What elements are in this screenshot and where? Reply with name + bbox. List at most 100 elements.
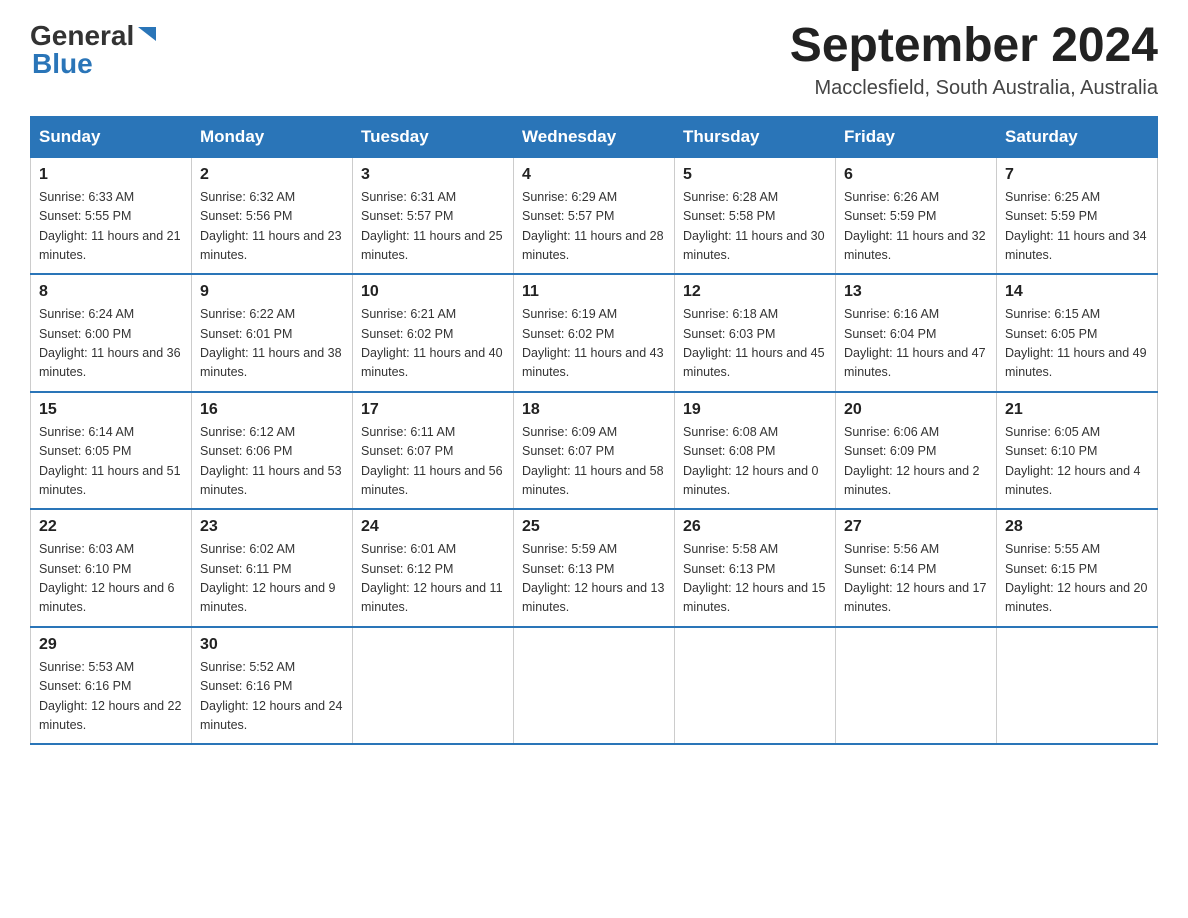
- day-number: 12: [683, 283, 827, 301]
- day-number: 5: [683, 166, 827, 184]
- calendar-day-cell: 1 Sunrise: 6:33 AMSunset: 5:55 PMDayligh…: [31, 157, 192, 274]
- calendar-week-row: 1 Sunrise: 6:33 AMSunset: 5:55 PMDayligh…: [31, 157, 1158, 274]
- calendar-day-cell: 19 Sunrise: 6:08 AMSunset: 6:08 PMDaylig…: [675, 392, 836, 510]
- day-info: Sunrise: 5:56 AMSunset: 6:14 PMDaylight:…: [844, 542, 986, 614]
- calendar-day-cell: 7 Sunrise: 6:25 AMSunset: 5:59 PMDayligh…: [997, 157, 1158, 274]
- day-info: Sunrise: 6:02 AMSunset: 6:11 PMDaylight:…: [200, 542, 336, 614]
- day-number: 15: [39, 401, 183, 419]
- calendar-week-row: 15 Sunrise: 6:14 AMSunset: 6:05 PMDaylig…: [31, 392, 1158, 510]
- calendar-day-cell: 20 Sunrise: 6:06 AMSunset: 6:09 PMDaylig…: [836, 392, 997, 510]
- day-number: 4: [522, 166, 666, 184]
- page-header: General Blue September 2024 Macclesfield…: [30, 20, 1158, 100]
- day-number: 30: [200, 636, 344, 654]
- calendar-day-cell: [353, 627, 514, 745]
- calendar-day-cell: 28 Sunrise: 5:55 AMSunset: 6:15 PMDaylig…: [997, 509, 1158, 627]
- day-number: 25: [522, 518, 666, 536]
- day-info: Sunrise: 5:52 AMSunset: 6:16 PMDaylight:…: [200, 660, 342, 732]
- header-sunday: Sunday: [31, 116, 192, 157]
- day-info: Sunrise: 6:03 AMSunset: 6:10 PMDaylight:…: [39, 542, 175, 614]
- day-info: Sunrise: 5:53 AMSunset: 6:16 PMDaylight:…: [39, 660, 181, 732]
- logo-blue-text: Blue: [32, 48, 93, 80]
- weekday-header-row: Sunday Monday Tuesday Wednesday Thursday…: [31, 116, 1158, 157]
- day-number: 23: [200, 518, 344, 536]
- day-info: Sunrise: 5:58 AMSunset: 6:13 PMDaylight:…: [683, 542, 825, 614]
- calendar-day-cell: 18 Sunrise: 6:09 AMSunset: 6:07 PMDaylig…: [514, 392, 675, 510]
- calendar-day-cell: 27 Sunrise: 5:56 AMSunset: 6:14 PMDaylig…: [836, 509, 997, 627]
- calendar-day-cell: [514, 627, 675, 745]
- day-number: 28: [1005, 518, 1149, 536]
- day-info: Sunrise: 6:15 AMSunset: 6:05 PMDaylight:…: [1005, 307, 1147, 379]
- day-number: 11: [522, 283, 666, 301]
- calendar-day-cell: 23 Sunrise: 6:02 AMSunset: 6:11 PMDaylig…: [192, 509, 353, 627]
- calendar-day-cell: 4 Sunrise: 6:29 AMSunset: 5:57 PMDayligh…: [514, 157, 675, 274]
- calendar-day-cell: 10 Sunrise: 6:21 AMSunset: 6:02 PMDaylig…: [353, 274, 514, 392]
- calendar-day-cell: 17 Sunrise: 6:11 AMSunset: 6:07 PMDaylig…: [353, 392, 514, 510]
- calendar-day-cell: 29 Sunrise: 5:53 AMSunset: 6:16 PMDaylig…: [31, 627, 192, 745]
- calendar-day-cell: [836, 627, 997, 745]
- day-number: 20: [844, 401, 988, 419]
- title-area: September 2024 Macclesfield, South Austr…: [790, 20, 1158, 100]
- day-number: 13: [844, 283, 988, 301]
- day-info: Sunrise: 6:12 AMSunset: 6:06 PMDaylight:…: [200, 425, 342, 497]
- day-number: 29: [39, 636, 183, 654]
- calendar-day-cell: 14 Sunrise: 6:15 AMSunset: 6:05 PMDaylig…: [997, 274, 1158, 392]
- day-info: Sunrise: 5:55 AMSunset: 6:15 PMDaylight:…: [1005, 542, 1147, 614]
- header-friday: Friday: [836, 116, 997, 157]
- day-number: 17: [361, 401, 505, 419]
- day-info: Sunrise: 6:14 AMSunset: 6:05 PMDaylight:…: [39, 425, 181, 497]
- calendar-day-cell: 12 Sunrise: 6:18 AMSunset: 6:03 PMDaylig…: [675, 274, 836, 392]
- day-number: 18: [522, 401, 666, 419]
- calendar-day-cell: 21 Sunrise: 6:05 AMSunset: 6:10 PMDaylig…: [997, 392, 1158, 510]
- day-info: Sunrise: 6:31 AMSunset: 5:57 PMDaylight:…: [361, 190, 503, 262]
- calendar-day-cell: 9 Sunrise: 6:22 AMSunset: 6:01 PMDayligh…: [192, 274, 353, 392]
- calendar-week-row: 8 Sunrise: 6:24 AMSunset: 6:00 PMDayligh…: [31, 274, 1158, 392]
- calendar-day-cell: 6 Sunrise: 6:26 AMSunset: 5:59 PMDayligh…: [836, 157, 997, 274]
- day-number: 10: [361, 283, 505, 301]
- calendar-day-cell: 8 Sunrise: 6:24 AMSunset: 6:00 PMDayligh…: [31, 274, 192, 392]
- day-number: 8: [39, 283, 183, 301]
- day-number: 1: [39, 166, 183, 184]
- logo: General Blue: [30, 20, 158, 80]
- calendar-day-cell: [997, 627, 1158, 745]
- month-year-title: September 2024: [790, 20, 1158, 73]
- logo-arrow-icon: [136, 23, 158, 45]
- calendar-week-row: 22 Sunrise: 6:03 AMSunset: 6:10 PMDaylig…: [31, 509, 1158, 627]
- day-number: 3: [361, 166, 505, 184]
- day-info: Sunrise: 6:08 AMSunset: 6:08 PMDaylight:…: [683, 425, 819, 497]
- day-number: 9: [200, 283, 344, 301]
- calendar-day-cell: 24 Sunrise: 6:01 AMSunset: 6:12 PMDaylig…: [353, 509, 514, 627]
- calendar-day-cell: 11 Sunrise: 6:19 AMSunset: 6:02 PMDaylig…: [514, 274, 675, 392]
- calendar-day-cell: 16 Sunrise: 6:12 AMSunset: 6:06 PMDaylig…: [192, 392, 353, 510]
- day-info: Sunrise: 6:29 AMSunset: 5:57 PMDaylight:…: [522, 190, 664, 262]
- day-info: Sunrise: 5:59 AMSunset: 6:13 PMDaylight:…: [522, 542, 664, 614]
- day-info: Sunrise: 6:09 AMSunset: 6:07 PMDaylight:…: [522, 425, 664, 497]
- day-info: Sunrise: 6:18 AMSunset: 6:03 PMDaylight:…: [683, 307, 825, 379]
- day-number: 26: [683, 518, 827, 536]
- header-monday: Monday: [192, 116, 353, 157]
- calendar-day-cell: 3 Sunrise: 6:31 AMSunset: 5:57 PMDayligh…: [353, 157, 514, 274]
- day-number: 14: [1005, 283, 1149, 301]
- calendar-day-cell: 15 Sunrise: 6:14 AMSunset: 6:05 PMDaylig…: [31, 392, 192, 510]
- header-thursday: Thursday: [675, 116, 836, 157]
- calendar-day-cell: 2 Sunrise: 6:32 AMSunset: 5:56 PMDayligh…: [192, 157, 353, 274]
- day-number: 24: [361, 518, 505, 536]
- day-number: 19: [683, 401, 827, 419]
- calendar-day-cell: [675, 627, 836, 745]
- day-info: Sunrise: 6:33 AMSunset: 5:55 PMDaylight:…: [39, 190, 181, 262]
- day-number: 16: [200, 401, 344, 419]
- day-number: 22: [39, 518, 183, 536]
- calendar-day-cell: 22 Sunrise: 6:03 AMSunset: 6:10 PMDaylig…: [31, 509, 192, 627]
- header-wednesday: Wednesday: [514, 116, 675, 157]
- day-number: 27: [844, 518, 988, 536]
- calendar-day-cell: 25 Sunrise: 5:59 AMSunset: 6:13 PMDaylig…: [514, 509, 675, 627]
- location-subtitle: Macclesfield, South Australia, Australia: [790, 77, 1158, 100]
- day-info: Sunrise: 6:22 AMSunset: 6:01 PMDaylight:…: [200, 307, 342, 379]
- day-info: Sunrise: 6:16 AMSunset: 6:04 PMDaylight:…: [844, 307, 986, 379]
- day-info: Sunrise: 6:01 AMSunset: 6:12 PMDaylight:…: [361, 542, 503, 614]
- header-saturday: Saturday: [997, 116, 1158, 157]
- day-info: Sunrise: 6:11 AMSunset: 6:07 PMDaylight:…: [361, 425, 503, 497]
- calendar-day-cell: 30 Sunrise: 5:52 AMSunset: 6:16 PMDaylig…: [192, 627, 353, 745]
- day-number: 21: [1005, 401, 1149, 419]
- calendar-day-cell: 5 Sunrise: 6:28 AMSunset: 5:58 PMDayligh…: [675, 157, 836, 274]
- day-number: 7: [1005, 166, 1149, 184]
